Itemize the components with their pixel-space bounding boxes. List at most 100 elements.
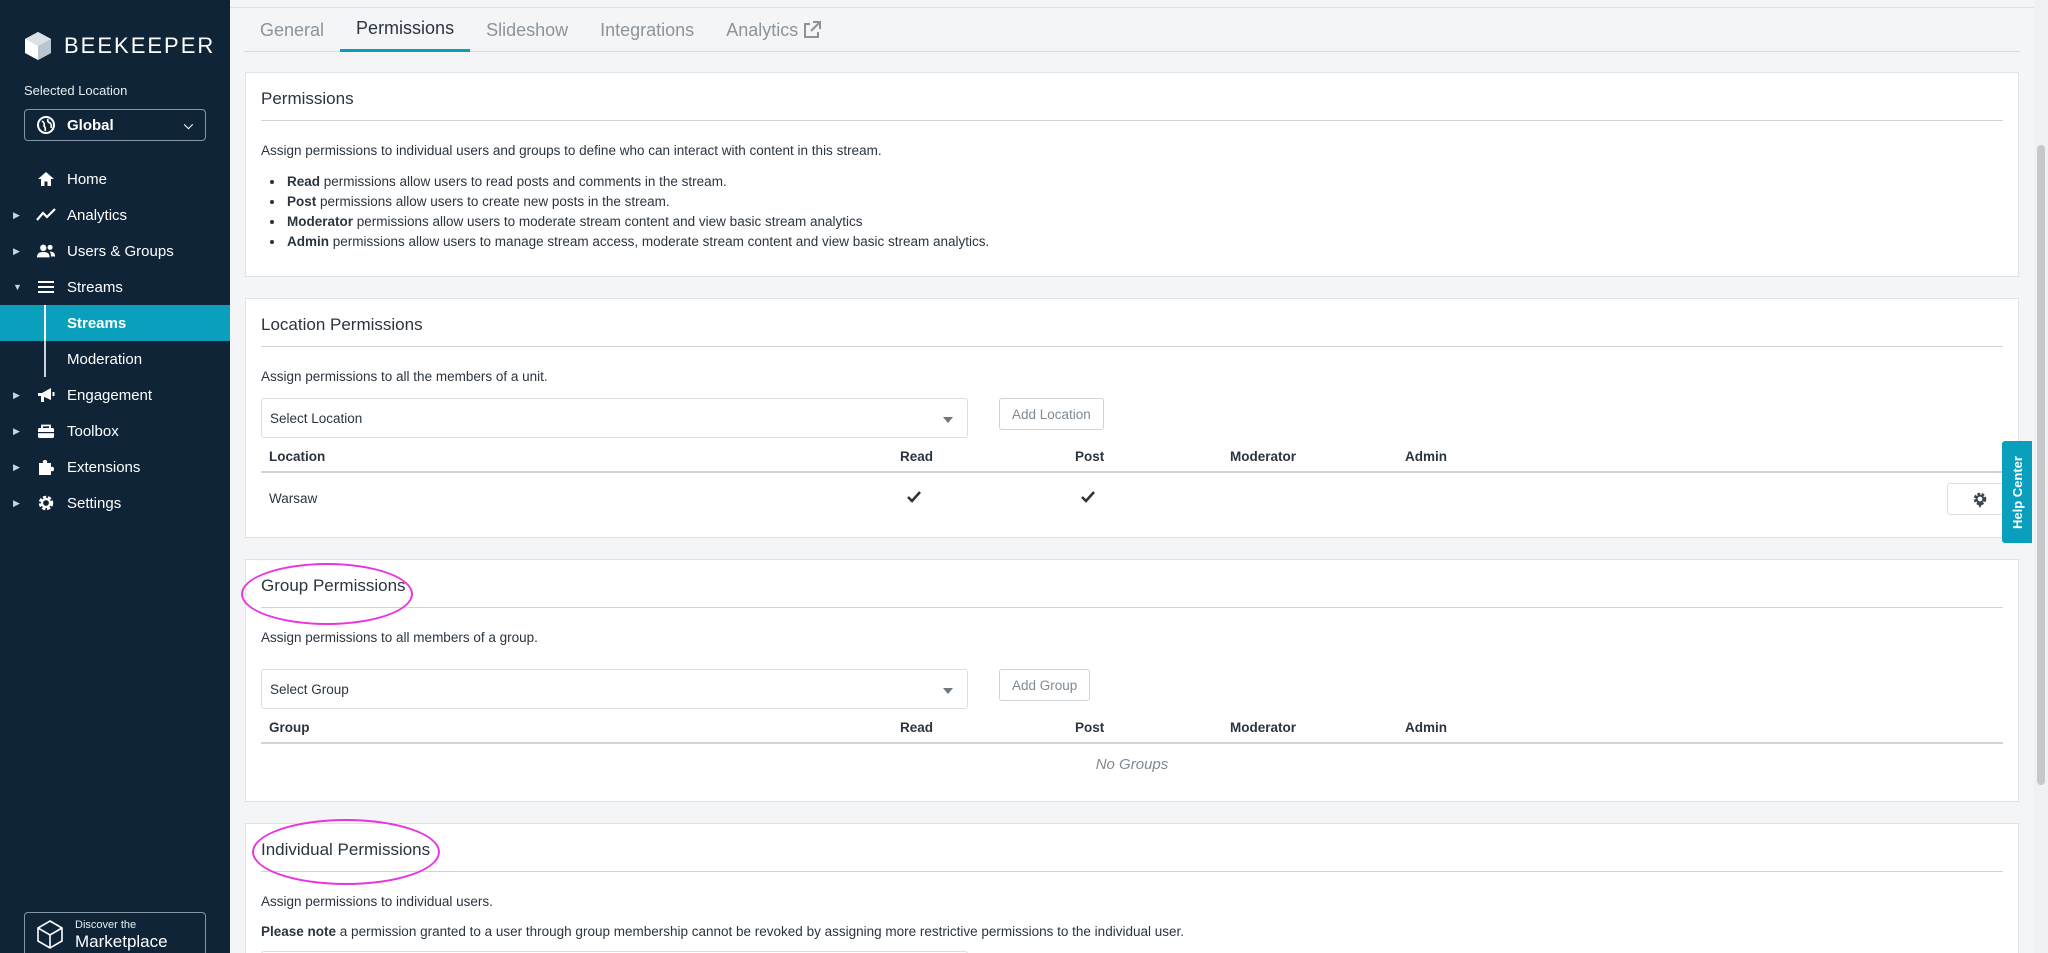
help-center-label: Help Center [2009,455,2025,529]
check-icon [907,491,921,503]
analytics-icon [36,205,56,225]
sidebar-item-analytics[interactable]: ▶ Analytics [0,197,230,233]
column-header: Post [1075,449,1105,464]
sidebar-item-users-groups[interactable]: ▶ Users & Groups [0,233,230,269]
sidebar-item-home[interactable]: Home [0,161,230,197]
column-header: Post [1075,720,1105,735]
sidebar-item-streams[interactable]: ▼ Streams [0,269,230,305]
home-icon [36,169,56,189]
table-header: Group Read Post Moderator Admin [261,714,2003,744]
column-header: Location [269,449,326,464]
marketplace-button[interactable]: Discover the Marketplace [24,912,206,953]
toolbox-icon [36,421,56,441]
location-select[interactable]: Global ⌵ [24,109,206,141]
brand-name: BEEKEEPER [64,33,216,58]
help-center-tab[interactable]: Help Center [2002,441,2032,543]
external-link-icon [804,21,822,38]
permissions-title: Permissions [261,89,354,108]
list-item: Post permissions allow users to create n… [285,192,989,212]
caret-down-icon: ▼ [13,282,22,292]
streams-icon [36,277,56,297]
column-header: Read [900,449,934,464]
megaphone-icon [36,385,56,405]
card-divider [261,607,2003,608]
sidebar-item-extensions[interactable]: ▶ Extensions [0,449,230,485]
permissions-intro: Assign permissions to individual users a… [261,143,882,158]
caret-right-icon: ▶ [13,461,20,472]
tab-permissions[interactable]: Permissions [340,8,471,52]
marketplace-line2: Marketplace [75,932,168,951]
marketplace-text: Discover the Marketplace [75,919,168,951]
list-item: Admin permissions allow users to manage … [285,232,989,252]
individual-permissions-note: Please note a permission granted to a us… [261,924,1184,939]
column-header: Admin [1405,720,1447,735]
tab-integrations[interactable]: Integrations [584,8,710,52]
tab-general[interactable]: General [244,8,340,52]
globe-icon [37,116,55,134]
sidebar-nav: Home ▶ Analytics ▶ Users & Groups ▼ Stre… [0,161,230,521]
highlight-ellipse [241,563,413,625]
gear-icon [36,493,56,513]
location-name: Warsaw [269,491,318,506]
location-permissions-title: Location Permissions [261,315,423,334]
beekeeper-logo-icon [25,32,51,60]
list-item: Moderator permissions allow users to mod… [285,212,989,232]
card-divider [261,871,2003,872]
permissions-card: Permissions Assign permissions to indivi… [245,72,2019,277]
table-row: Warsaw ▼ [261,475,2013,523]
check-icon [1081,491,1095,503]
select-placeholder: Select Group [270,681,349,697]
sidebar: BEEKEEPER Selected Location Global ⌵ Hom… [0,0,230,953]
highlight-ellipse [252,819,440,885]
location-select-dropdown[interactable]: Select Location [261,398,968,438]
chevron-down-icon: ⌵ [183,117,193,132]
users-icon [36,241,56,261]
add-location-button[interactable]: Add Location [999,398,1104,430]
list-item: Read permissions allow users to read pos… [285,172,989,192]
caret-right-icon: ▶ [13,497,20,508]
individual-permissions-card: Individual Permissions Assign permission… [245,823,2019,953]
card-divider [261,120,2003,121]
sidebar-subitem-moderation[interactable]: Moderation [0,341,230,377]
marketplace-cube-icon [37,920,63,949]
tab-analytics[interactable]: Analytics [710,8,838,52]
brand[interactable]: BEEKEEPER [22,30,215,62]
puzzle-icon [36,457,56,477]
select-placeholder: Select Location [270,410,363,426]
scrollbar-thumb[interactable] [2037,145,2045,785]
location-permissions-card: Location Permissions Assign permissions … [245,298,2019,538]
caret-right-icon: ▶ [13,209,20,220]
caret-right-icon: ▶ [13,389,20,400]
main-content: General Permissions Slideshow Integratio… [230,0,2038,953]
column-header: Admin [1405,449,1447,464]
subnav-line [44,341,46,377]
column-header: Read [900,720,934,735]
location-select-value: Global [67,116,114,134]
add-group-button[interactable]: Add Group [999,669,1091,701]
caret-right-icon: ▶ [13,245,20,256]
caret-right-icon: ▶ [13,425,20,436]
tab-slideshow[interactable]: Slideshow [470,8,584,52]
empty-state: No Groups [1095,756,1169,773]
column-header: Moderator [1230,449,1297,464]
sidebar-item-settings[interactable]: ▶ Settings [0,485,230,521]
sidebar-item-toolbox[interactable]: ▶ Toolbox [0,413,230,449]
table-header: Location Read Post Moderator Admin [261,443,2003,473]
tab-bar: General Permissions Slideshow Integratio… [244,8,2020,52]
caret-down-icon [943,688,953,694]
marketplace-line1: Discover the [75,919,137,931]
caret-down-icon [943,417,953,423]
permissions-list: Read permissions allow users to read pos… [285,172,989,252]
sidebar-subitem-streams[interactable]: Streams [0,305,230,341]
location-permissions-desc: Assign permissions to all the members of… [261,369,548,384]
column-header: Moderator [1230,720,1297,735]
caret-down-icon: ▼ [1975,500,1985,511]
selected-location-label: Selected Location [24,83,128,98]
card-divider [261,346,2003,347]
individual-permissions-desc: Assign permissions to individual users. [261,894,493,909]
column-header: Group [269,720,310,735]
group-select-dropdown[interactable]: Select Group [261,669,968,709]
subnav-line [44,305,46,341]
sidebar-item-engagement[interactable]: ▶ Engagement [0,377,230,413]
group-permissions-desc: Assign permissions to all members of a g… [261,630,538,645]
